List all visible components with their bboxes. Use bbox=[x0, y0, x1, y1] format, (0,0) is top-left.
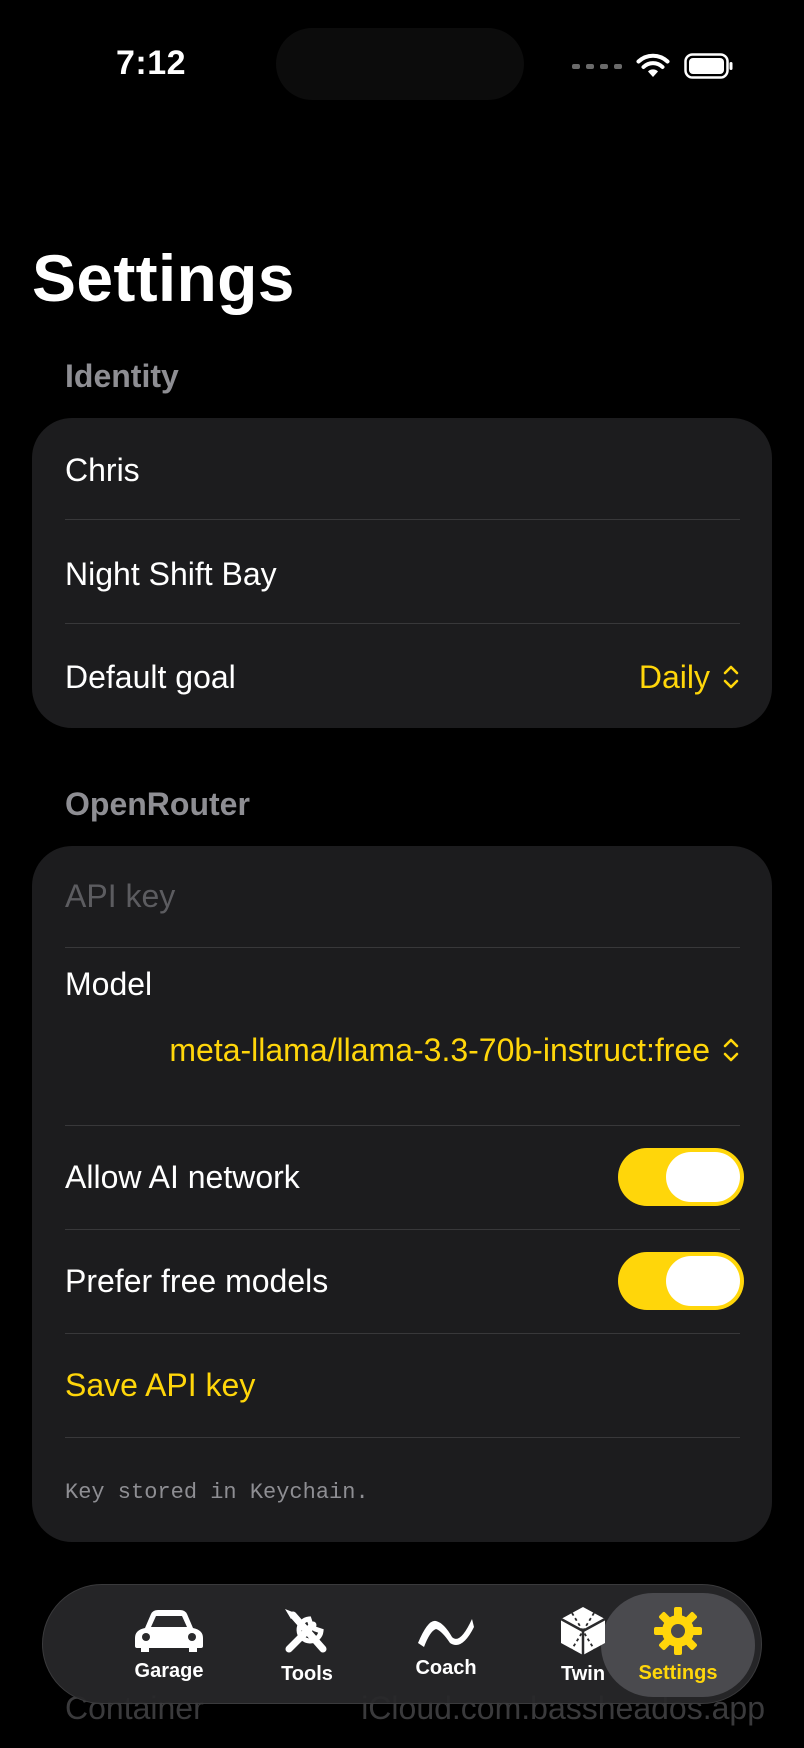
chevron-up-down-icon bbox=[723, 1038, 739, 1062]
save-api-key-button[interactable]: Save API key bbox=[65, 1367, 255, 1404]
api-key-field[interactable]: API key bbox=[65, 846, 740, 946]
allow-network-label: Allow AI network bbox=[65, 1158, 300, 1195]
allow-network-toggle[interactable] bbox=[618, 1148, 744, 1206]
tab-tools-label: Tools bbox=[281, 1662, 333, 1685]
tab-garage[interactable]: Garage bbox=[99, 1585, 239, 1705]
toggle-knob bbox=[666, 1256, 740, 1306]
openrouter-card: API key Model meta-llama/llama-3.3-70b-i… bbox=[32, 846, 772, 1542]
cube-icon bbox=[560, 1606, 606, 1655]
section-header-openrouter: OpenRouter bbox=[65, 786, 250, 822]
bay-field[interactable]: Night Shift Bay bbox=[65, 522, 740, 626]
divider bbox=[65, 519, 740, 520]
divider bbox=[65, 623, 740, 624]
tab-tools[interactable]: Tools bbox=[237, 1585, 377, 1705]
tab-coach[interactable]: Coach bbox=[376, 1585, 516, 1705]
model-row: Model bbox=[65, 950, 740, 1018]
footnote-row: Key stored in Keychain. bbox=[65, 1442, 740, 1542]
save-api-key-row: Save API key bbox=[65, 1334, 740, 1436]
api-key-placeholder: API key bbox=[65, 877, 176, 914]
gear-icon bbox=[654, 1606, 702, 1655]
default-goal-picker[interactable]: Daily bbox=[639, 659, 740, 696]
default-goal-label: Default goal bbox=[65, 658, 236, 695]
divider bbox=[65, 947, 740, 948]
name-value: Chris bbox=[65, 451, 140, 488]
status-indicators bbox=[572, 48, 734, 84]
tab-coach-label: Coach bbox=[415, 1656, 477, 1679]
model-label: Model bbox=[65, 965, 153, 1002]
tab-settings[interactable]: Settings bbox=[608, 1585, 748, 1705]
prefer-free-row: Prefer free models bbox=[65, 1230, 744, 1332]
model-picker[interactable]: meta-llama/llama-3.3-70b-instruct:free bbox=[169, 1032, 740, 1069]
keychain-footnote: Key stored in Keychain. bbox=[65, 1479, 369, 1505]
default-goal-value: Daily bbox=[638, 658, 710, 695]
chart-line-icon bbox=[418, 1618, 474, 1647]
tools-icon bbox=[285, 1608, 327, 1652]
allow-network-row: Allow AI network bbox=[65, 1126, 744, 1228]
battery-icon bbox=[684, 53, 733, 79]
chevron-up-down-icon bbox=[723, 665, 739, 689]
status-time: 7:12 bbox=[116, 44, 187, 82]
page-title: Settings bbox=[32, 241, 295, 315]
divider bbox=[65, 1437, 740, 1438]
tab-settings-label: Settings bbox=[638, 1661, 718, 1684]
model-value: meta-llama/llama-3.3-70b-instruct:free bbox=[169, 1031, 710, 1068]
bay-value: Night Shift Bay bbox=[65, 555, 277, 592]
default-goal-row: Default goal Daily bbox=[65, 626, 740, 728]
dynamic-island bbox=[276, 28, 524, 100]
prefer-free-label: Prefer free models bbox=[65, 1262, 329, 1299]
car-icon bbox=[135, 1609, 203, 1652]
wifi-icon bbox=[636, 53, 670, 77]
prefer-free-toggle[interactable] bbox=[618, 1252, 744, 1310]
tab-bar: Garage Tools Coach Twin Settings bbox=[42, 1584, 762, 1704]
model-picker-row: meta-llama/llama-3.3-70b-instruct:free bbox=[65, 1014, 740, 1086]
toggle-knob bbox=[666, 1152, 740, 1202]
cellular-icon bbox=[572, 63, 622, 69]
section-header-identity: Identity bbox=[65, 358, 179, 394]
tab-garage-label: Garage bbox=[134, 1659, 204, 1682]
identity-card: Chris Night Shift Bay Default goal Daily bbox=[32, 418, 772, 728]
name-field[interactable]: Chris bbox=[65, 418, 740, 522]
tab-twin-label: Twin bbox=[560, 1662, 606, 1685]
